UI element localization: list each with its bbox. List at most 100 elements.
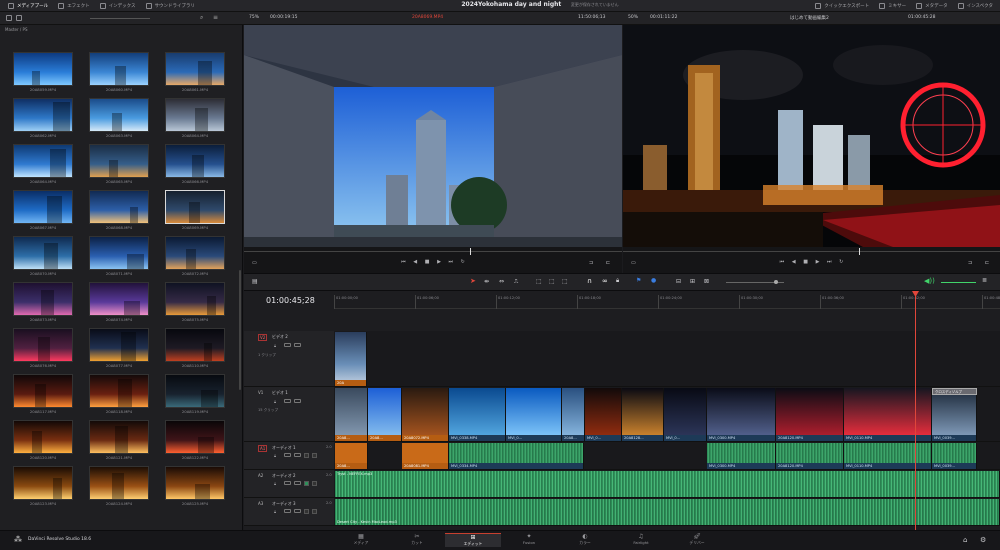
snapping-icon[interactable]: ∩ — [587, 277, 592, 285]
source-zoom[interactable]: 75% — [249, 15, 259, 20]
track-name[interactable]: オーディオ 2 — [272, 473, 296, 479]
tab-index[interactable]: インデックス — [95, 0, 141, 12]
timeline-clip[interactable]: MVI_0338.MP4 — [449, 388, 506, 441]
timeline-clip[interactable]: MVI_0300.MP4 — [707, 388, 776, 441]
clip-thumbnail[interactable] — [89, 52, 149, 86]
track-enable-icon[interactable] — [284, 399, 291, 403]
page-tab-deliver[interactable]: 🚀︎ デリバー — [669, 533, 725, 547]
timeline-clip[interactable]: MVI_0300.MP4 — [707, 443, 776, 469]
list-view-icon[interactable] — [6, 15, 12, 21]
clip-thumbnail[interactable] — [165, 466, 225, 500]
timeline-clip[interactable]: MVI_0... — [664, 388, 707, 441]
track-id[interactable]: V2 — [258, 334, 268, 341]
track-solo-icon[interactable] — [304, 509, 309, 514]
trim-tool-icon[interactable]: ⇹ — [484, 278, 489, 285]
program-mark-in-icon[interactable]: ⊐ — [968, 260, 972, 266]
timeline-clip[interactable]: MVI_0334.MP4 — [449, 443, 584, 469]
insert-clip-icon[interactable]: ⬚ — [536, 278, 542, 285]
source-reverse-icon[interactable]: ◀ — [413, 259, 417, 265]
clip-thumbnail[interactable] — [13, 374, 73, 408]
clip-thumbnail[interactable] — [89, 328, 149, 362]
timeline-zoom-knob[interactable] — [774, 280, 778, 284]
track-visibility-icon[interactable] — [294, 509, 301, 513]
track-mute-icon[interactable] — [312, 509, 317, 514]
marker-icon[interactable]: ● — [651, 277, 656, 284]
track-name[interactable]: ビデオ 1 — [272, 390, 288, 396]
clip-thumbnail[interactable] — [13, 98, 73, 132]
timeline-clip[interactable]: 20A8128... — [622, 388, 664, 441]
clip-thumbnail[interactable] — [89, 98, 149, 132]
audio-level-icon[interactable]: ◀)) — [924, 277, 935, 285]
clip-thumbnail[interactable] — [13, 190, 73, 224]
program-stop-icon[interactable]: ■ — [803, 259, 808, 265]
track-header-v1[interactable]: V1 ビデオ 1 15 クリップ 🔒︎ — [244, 387, 334, 442]
track-enable-icon[interactable] — [284, 343, 291, 347]
page-tab-media[interactable]: ▦ メディア — [333, 533, 389, 547]
program-prev-frame-icon[interactable]: ⏮ — [780, 259, 785, 265]
grid-view-icon[interactable] — [16, 15, 22, 21]
zoom-detail-icon[interactable]: ⊞ — [690, 278, 695, 285]
clip-thumbnail[interactable] — [165, 236, 225, 270]
timeline-name[interactable]: はじめて動画編集2 — [790, 15, 829, 21]
track-visibility-icon[interactable] — [294, 343, 301, 347]
program-play-icon[interactable]: ▶ — [816, 259, 820, 265]
timeline-clip[interactable]: MVI_0110.MP4 — [844, 443, 932, 469]
clip-thumbnail[interactable] — [165, 190, 225, 224]
track-header-a2[interactable]: A2 オーディオ 2 2.0 🔒︎ — [244, 470, 334, 498]
clip-thumbnail[interactable] — [89, 466, 149, 500]
clip-thumbnail[interactable] — [13, 236, 73, 270]
track-mute-icon[interactable] — [312, 481, 317, 486]
clip-thumbnail[interactable] — [89, 190, 149, 224]
program-zoom[interactable]: 50% — [628, 15, 638, 20]
timeline-clip[interactable]: 20A — [335, 332, 367, 386]
track-lock-icon[interactable]: 🔒︎ — [274, 399, 276, 404]
zoom-full-icon[interactable]: ⊟ — [676, 278, 681, 285]
inspector-button[interactable]: インスペクタ — [953, 0, 998, 12]
track-name[interactable]: ビデオ 2 — [272, 334, 288, 340]
clip-thumbnail[interactable] — [13, 328, 73, 362]
selection-tool-icon[interactable]: ➤ — [470, 277, 476, 285]
program-options-icon[interactable]: ▭ — [631, 260, 636, 266]
clip-thumbnail[interactable] — [165, 420, 225, 454]
bin-path[interactable]: Master / PS — [5, 27, 28, 32]
track-visibility-icon[interactable] — [294, 399, 301, 403]
track-id[interactable]: A2 — [258, 473, 263, 478]
page-tab-fusion[interactable]: ✦ Fusion — [501, 533, 557, 547]
timeline-clip[interactable]: Desert City - Kevin MacLeod.mp3 — [335, 499, 1000, 525]
clip-thumbnail[interactable] — [13, 466, 73, 500]
clip-thumbnail[interactable] — [165, 98, 225, 132]
timeline-playhead[interactable] — [915, 291, 916, 530]
track-name[interactable]: オーディオ 1 — [272, 445, 296, 451]
track-lane-v2[interactable] — [334, 331, 1000, 387]
timeline-clip[interactable]: MVI_0... — [585, 388, 622, 441]
tab-sound-library[interactable]: サウンドライブラリ — [141, 0, 201, 12]
track-name[interactable]: オーディオ 3 — [272, 501, 296, 507]
program-mark-out-icon[interactable]: ⊏ — [985, 260, 989, 266]
source-stop-icon[interactable]: ■ — [425, 259, 430, 265]
timeline-clip[interactable]: 20A8... — [562, 388, 585, 441]
clip-thumbnail[interactable] — [165, 52, 225, 86]
program-loop-icon[interactable]: ↻ — [839, 259, 843, 265]
track-lock-icon[interactable]: 🔒︎ — [274, 481, 276, 486]
dynamic-trim-icon[interactable]: ⇔ — [499, 278, 504, 285]
overwrite-clip-icon[interactable]: ⬚ — [549, 278, 555, 285]
source-mark-in-icon[interactable]: ⊐ — [589, 260, 593, 266]
track-enable-icon[interactable] — [284, 453, 291, 457]
timeline-clip[interactable]: 20A8120.MP4 — [776, 443, 844, 469]
track-visibility-icon[interactable] — [294, 453, 301, 457]
timeline-clip[interactable]: 20A8... — [368, 388, 402, 441]
source-play-icon[interactable]: ▶ — [437, 259, 441, 265]
page-tab-color[interactable]: ◐ カラー — [557, 533, 613, 547]
timeline-clip[interactable]: MVI_0039... — [932, 443, 977, 469]
blade-tool-icon[interactable]: ⎍ — [514, 278, 518, 286]
thumbnail-size-slider[interactable] — [90, 18, 150, 19]
source-jog-bar[interactable] — [244, 251, 622, 252]
track-header-a3[interactable]: A3 オーディオ 3 2.0 🔒︎ — [244, 498, 334, 526]
clip-thumbnail[interactable] — [165, 282, 225, 316]
page-tab-fairlight[interactable]: ♫ Fairlight — [613, 533, 669, 547]
track-solo-icon[interactable] — [304, 453, 309, 458]
source-options-icon[interactable]: ▭ — [252, 260, 257, 266]
dim-audio-icon[interactable]: ≣ — [982, 277, 987, 284]
source-playhead[interactable] — [470, 248, 471, 255]
timeline-clip[interactable]: MVI_0110.MP4 — [844, 388, 932, 441]
